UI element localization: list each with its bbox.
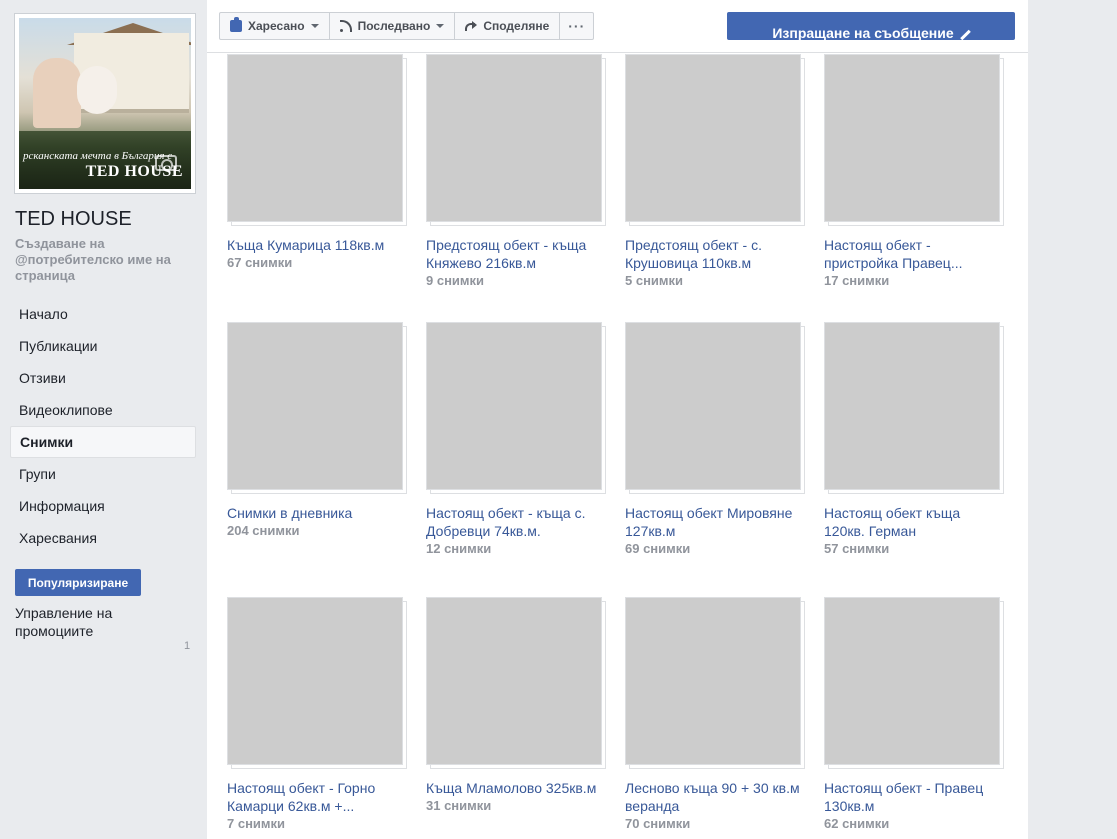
nav-item-likes[interactable]: Харесвания <box>10 522 196 554</box>
album-cover-photo <box>824 597 1000 765</box>
album-photo-count: 12 снимки <box>426 541 492 556</box>
album-thumbnail[interactable] <box>426 322 606 494</box>
page-nav: Начало Публикации Отзиви Видеоклипове Сн… <box>10 298 196 554</box>
album-cover-photo <box>625 54 801 222</box>
album-cover-photo <box>824 322 1000 490</box>
album-thumbnail[interactable] <box>824 597 1004 769</box>
send-message-label: Изпращане на съобщение <box>772 25 954 41</box>
album-photo-count: 31 снимки <box>426 798 492 813</box>
album-thumbnail[interactable] <box>625 597 805 769</box>
more-options-button[interactable]: ··· <box>560 13 593 39</box>
album-photo-count: 7 снимки <box>227 816 286 831</box>
album-cover-photo <box>426 322 602 490</box>
profile-picture[interactable]: рсканската мечта в България с TED HOUSE <box>14 13 196 194</box>
album-thumbnail[interactable] <box>426 54 606 226</box>
album-thumbnail[interactable] <box>227 54 407 226</box>
album-photo-count: 67 снимки <box>227 255 293 270</box>
nav-item-reviews[interactable]: Отзиви <box>10 362 196 394</box>
share-arrow-icon <box>465 21 478 31</box>
album-photo-count: 69 снимки <box>625 541 691 556</box>
album-thumbnail[interactable] <box>824 322 1004 494</box>
album-photo-count: 9 снимки <box>426 273 485 288</box>
following-label: Последвано <box>357 19 431 33</box>
album-photo-count: 17 снимки <box>824 273 890 288</box>
page-title[interactable]: TED HOUSE <box>15 208 132 231</box>
album-title[interactable]: Настоящ обект - Горно Камарци 62кв.м +..… <box>227 779 407 815</box>
album-title[interactable]: Къща Мламолово 325кв.м <box>426 779 606 797</box>
album-title[interactable]: Настоящ обект Мировяне 127кв.м <box>625 504 805 540</box>
album-photo-count: 62 снимки <box>824 816 890 831</box>
liked-button[interactable]: Харесано <box>220 13 330 39</box>
album-card[interactable]: Снимки в дневника 204 снимки <box>227 322 407 540</box>
album-photo-count: 70 снимки <box>625 816 691 831</box>
album-thumbnail[interactable] <box>625 322 805 494</box>
album-title[interactable]: Настоящ обект - Правец 130кв.м <box>824 779 1004 815</box>
album-title[interactable]: Къща Кумарица 118кв.м <box>227 236 407 254</box>
manage-promotions-link[interactable]: Управление на промоциите <box>15 604 155 640</box>
album-thumbnail[interactable] <box>824 54 1004 226</box>
album-thumbnail[interactable] <box>227 597 407 769</box>
chevron-down-icon <box>310 24 319 28</box>
album-card[interactable]: Предстоящ обект - с. Крушовица 110кв.м 5 … <box>625 54 805 290</box>
promotions-count: 1 <box>184 640 191 652</box>
left-column: рсканската мечта в България с TED HOUSE … <box>0 0 207 839</box>
album-cover-photo <box>227 322 403 490</box>
following-button[interactable]: Последвано <box>330 13 456 39</box>
album-photo-count: 57 снимки <box>824 541 890 556</box>
album-card[interactable]: Лесново къща 90 + 30 кв.м веранда 70 сним… <box>625 597 805 833</box>
album-thumbnail[interactable] <box>227 322 407 494</box>
album-cover-photo <box>824 54 1000 222</box>
album-card[interactable]: Къща Мламолово 325кв.м 31 снимки <box>426 597 606 815</box>
album-card[interactable]: Настоящ обект - Правец 130кв.м 62 снимки <box>824 597 1004 833</box>
promote-button[interactable]: Популяризиране <box>15 569 141 596</box>
album-title[interactable]: Лесново къща 90 + 30 кв.м веранда <box>625 779 805 815</box>
send-message-button[interactable]: Изпращане на съобщение <box>727 12 1015 40</box>
album-cover-photo <box>426 54 602 222</box>
right-gutter <box>1028 0 1117 839</box>
album-card[interactable]: Настоящ обект - къща с. Добревци 74кв.м.… <box>426 322 606 558</box>
album-title[interactable]: Предстоящ обект - къща Княжево 216кв.м <box>426 236 606 272</box>
album-title[interactable]: Предстоящ обект - с. Крушовица 110кв.м <box>625 236 805 272</box>
chevron-down-icon <box>436 24 445 28</box>
album-card[interactable]: Предстоящ обект - къща Княжево 216кв.м 9 … <box>426 54 606 290</box>
album-title[interactable]: Настоящ обект къща 120кв. Герман <box>824 504 1004 540</box>
album-cover-photo <box>227 54 403 222</box>
album-title[interactable]: Настоящ обект - къща с. Добревци 74кв.м. <box>426 504 606 540</box>
nav-item-videos[interactable]: Видеоклипове <box>10 394 196 426</box>
album-card[interactable]: Настоящ обект - пристройка Правец... 17 с… <box>824 54 1004 290</box>
profile-slogan: рсканската мечта в България с <box>23 150 173 162</box>
pencil-icon <box>960 30 970 40</box>
album-title[interactable]: Снимки в дневника <box>227 504 407 522</box>
rss-icon <box>339 20 352 32</box>
album-card[interactable]: Настоящ обект Мировяне 127кв.м 69 снимки <box>625 322 805 558</box>
liked-label: Харесано <box>248 19 305 33</box>
create-username-link[interactable]: Създаване на @потребителско име на стран… <box>15 236 200 284</box>
nav-item-home[interactable]: Начало <box>10 298 196 330</box>
share-button[interactable]: Споделяне <box>455 13 561 39</box>
album-title[interactable]: Настоящ обект - пристройка Правец... <box>824 236 1004 272</box>
album-card[interactable]: Настоящ обект - Горно Камарци 62кв.м +..… <box>227 597 407 833</box>
nav-item-about[interactable]: Информация <box>10 490 196 522</box>
album-card[interactable]: Настоящ обект къща 120кв. Герман 57 снимк… <box>824 322 1004 558</box>
album-photo-count: 5 снимки <box>625 273 684 288</box>
action-button-group: Харесано Последвано Споделяне ··· <box>219 12 595 40</box>
album-cover-photo <box>426 597 602 765</box>
album-thumbnail[interactable] <box>625 54 805 226</box>
album-cover-photo <box>625 322 801 490</box>
nav-item-posts[interactable]: Публикации <box>10 330 196 362</box>
album-cover-photo <box>625 597 801 765</box>
profile-image: рсканската мечта в България с TED HOUSE <box>19 18 191 189</box>
album-thumbnail[interactable] <box>426 597 606 769</box>
action-bar: Харесано Последвано Споделяне ··· Изпращ… <box>207 0 1028 53</box>
album-photo-count: 204 снимки <box>227 523 300 538</box>
nav-item-groups[interactable]: Групи <box>10 458 196 490</box>
nav-item-photos[interactable]: Снимки <box>10 426 196 458</box>
camera-icon[interactable] <box>155 155 177 171</box>
main-content: Харесано Последвано Споделяне ··· Изпращ… <box>207 0 1028 839</box>
album-card[interactable]: Къща Кумарица 118кв.м 67 снимки <box>227 54 407 272</box>
thumbs-up-icon <box>230 17 242 32</box>
album-cover-photo <box>227 597 403 765</box>
share-label: Споделяне <box>483 19 550 33</box>
